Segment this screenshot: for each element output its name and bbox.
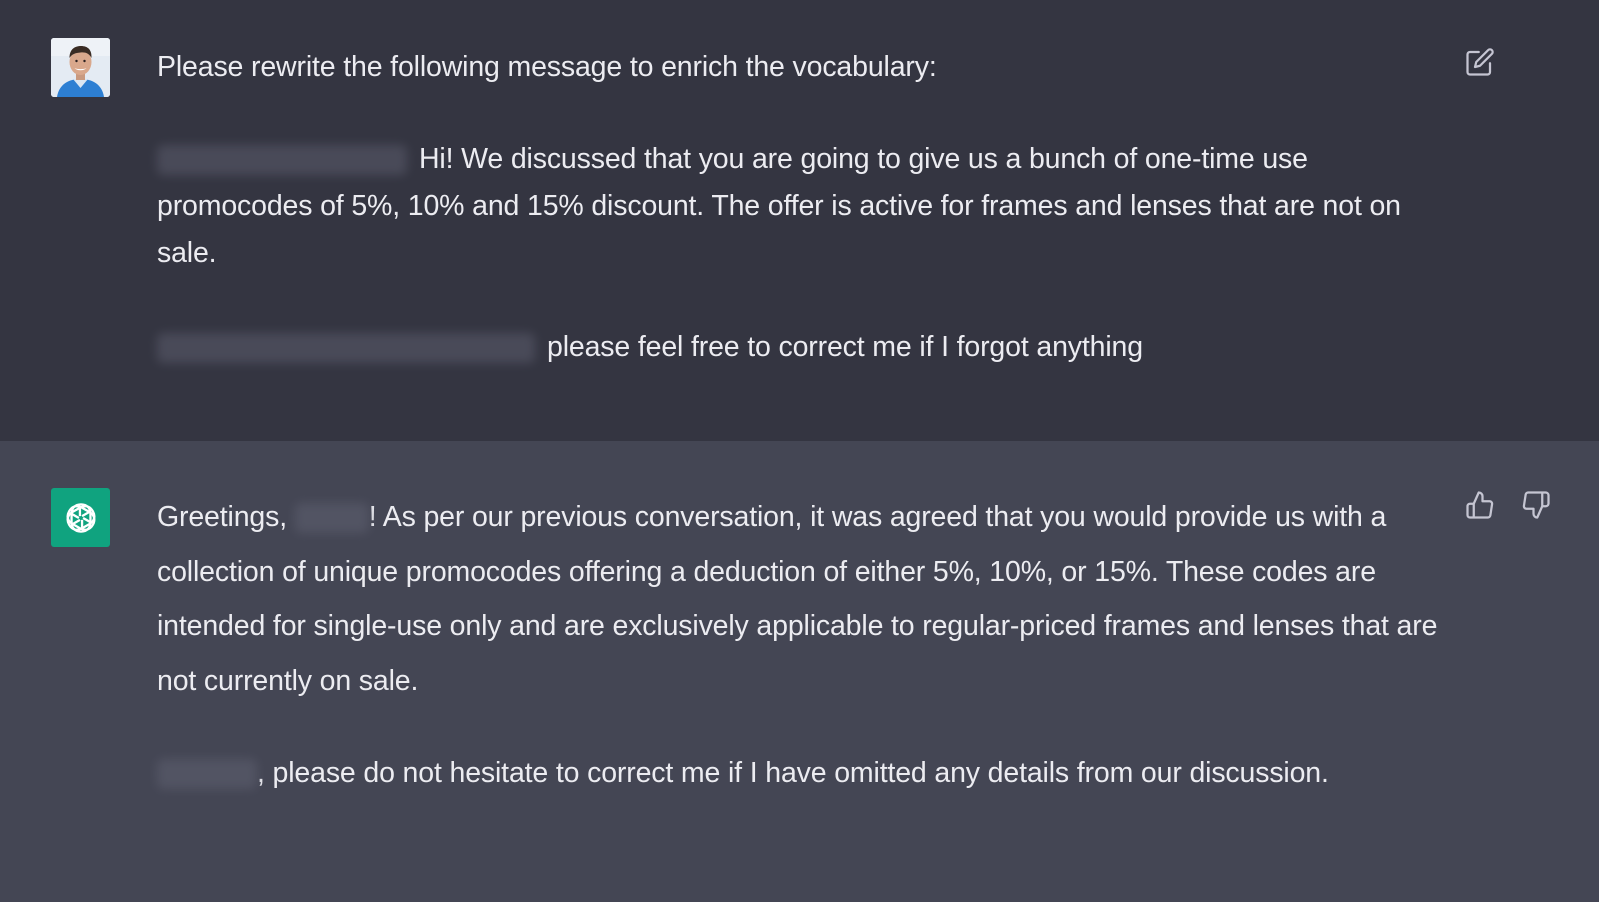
thumbs-up-button[interactable] (1462, 487, 1498, 523)
user-paragraph-2: please feel free to correct me if I forg… (157, 324, 1442, 371)
thumbs-up-icon (1466, 491, 1494, 519)
redacted-text (157, 145, 407, 176)
assistant-message-text: Greetings, ! As per our previous convers… (157, 490, 1442, 801)
user-paragraph-1: Hi! We discussed that you are going to g… (157, 136, 1442, 277)
edit-icon (1466, 48, 1494, 76)
openai-logo-icon (66, 502, 95, 533)
edit-button[interactable] (1462, 44, 1498, 80)
assistant-paragraph-2: , please do not hesitate to correct me i… (157, 746, 1442, 801)
user-photo-avatar-icon (51, 38, 110, 97)
assistant-message: Greetings, ! As per our previous convers… (0, 441, 1599, 902)
user-paragraph-2-text: please feel free to correct me if I forg… (547, 331, 1143, 363)
redacted-text (157, 333, 535, 364)
assistant-avatar (51, 488, 110, 547)
assistant-greeting: Greetings, (157, 501, 287, 533)
thumbs-down-icon (1522, 491, 1550, 519)
user-avatar (51, 38, 110, 97)
assistant-paragraph-1: Greetings, ! As per our previous convers… (157, 490, 1442, 708)
user-message: Please rewrite the following message to … (0, 0, 1599, 441)
redacted-text (294, 503, 369, 534)
redacted-text (157, 759, 257, 790)
thumbs-down-button[interactable] (1518, 487, 1554, 523)
assistant-paragraph-2-text: , please do not hesitate to correct me i… (257, 757, 1329, 789)
user-message-text: Please rewrite the following message to … (157, 44, 1442, 371)
user-prompt: Please rewrite the following message to … (157, 51, 937, 83)
